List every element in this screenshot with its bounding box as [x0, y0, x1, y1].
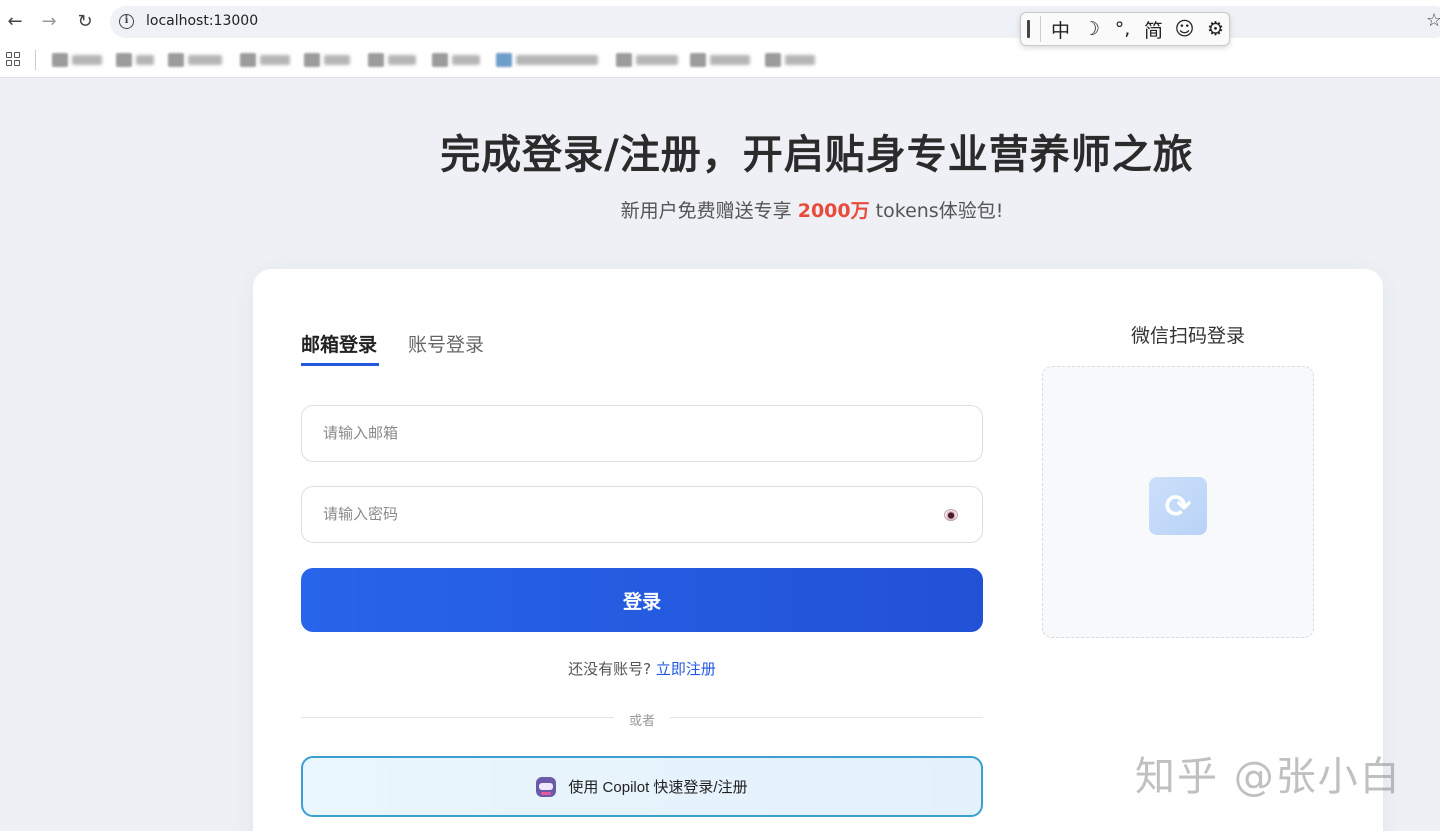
page-title: 完成登录/注册，开启贴身专业营养师之旅: [440, 132, 1194, 178]
watermark-text: 知乎 @张小白: [1135, 754, 1402, 800]
bookmark-item[interactable]: [765, 51, 815, 69]
bookmark-item[interactable]: [240, 51, 290, 69]
bookmark-item[interactable]: [116, 51, 154, 69]
bookmark-item[interactable]: [52, 51, 102, 69]
bookmark-item[interactable]: [368, 51, 416, 69]
bookmark-item[interactable]: [168, 51, 222, 69]
bookmark-item[interactable]: [304, 51, 350, 69]
bookmark-item[interactable]: [432, 51, 480, 69]
ime-halfwidth-moon-icon[interactable]: ☽: [1078, 16, 1105, 42]
bookmark-item[interactable]: [616, 51, 678, 69]
login-button[interactable]: 登录: [301, 568, 983, 632]
ime-drag-handle[interactable]: [1027, 20, 1030, 38]
bookmarks-bar: [0, 44, 1440, 78]
email-input[interactable]: [301, 405, 983, 462]
ime-chinese-mode-icon[interactable]: 中: [1047, 16, 1074, 42]
show-password-eye-icon[interactable]: [944, 509, 958, 521]
bookmarks-divider: [35, 50, 36, 70]
reload-icon[interactable]: ↻: [74, 10, 96, 32]
ime-divider: [1040, 16, 1041, 42]
divider-left: [301, 717, 614, 718]
copilot-robot-icon: [536, 776, 557, 797]
bookmark-item[interactable]: [690, 51, 750, 69]
divider-or-text: 或者: [628, 714, 655, 729]
register-link[interactable]: 立即注册: [656, 660, 716, 678]
copilot-login-label: 使用 Copilot 快速登录/注册: [568, 779, 748, 796]
back-icon[interactable]: ←: [4, 10, 26, 32]
wechat-qr-title: 微信扫码登录: [1130, 325, 1245, 347]
password-input[interactable]: [301, 486, 983, 543]
qr-refresh-icon[interactable]: ⟳: [1149, 477, 1207, 535]
tab-account-login[interactable]: 账号登录: [408, 330, 484, 366]
subtitle-suffix: tokens体验包!: [875, 200, 1004, 222]
subtitle-highlight: 2000万: [797, 200, 870, 222]
apps-grid-icon[interactable]: [6, 52, 20, 66]
forward-icon[interactable]: →: [38, 10, 60, 32]
tab-email-login[interactable]: 邮箱登录: [301, 330, 379, 366]
ime-settings-gear-icon[interactable]: ⚙: [1202, 16, 1229, 42]
site-info-icon[interactable]: i: [119, 14, 134, 29]
register-prompt: 还没有账号? 立即注册: [0, 658, 1284, 679]
ime-punctuation-icon[interactable]: °,: [1109, 16, 1136, 42]
bookmark-star-icon[interactable]: ☆: [1426, 10, 1440, 31]
page-subtitle: 新用户免费赠送专享 2000万 tokens体验包!: [0, 196, 1440, 223]
ime-simplified-icon[interactable]: 简: [1140, 16, 1167, 42]
divider-right: [670, 717, 983, 718]
no-account-text: 还没有账号?: [568, 660, 652, 678]
ime-toolbar: 中 ☽ °, 简 ☺ ⚙: [1020, 12, 1230, 46]
ime-emoji-icon[interactable]: ☺: [1171, 16, 1198, 42]
bookmark-item[interactable]: [496, 51, 598, 69]
address-bar[interactable]: [110, 6, 1440, 38]
copilot-login-button[interactable]: 使用 Copilot 快速登录/注册: [301, 756, 983, 817]
subtitle-text: 新用户免费赠送专享: [620, 200, 792, 222]
url-text[interactable]: localhost:13000: [146, 13, 258, 29]
